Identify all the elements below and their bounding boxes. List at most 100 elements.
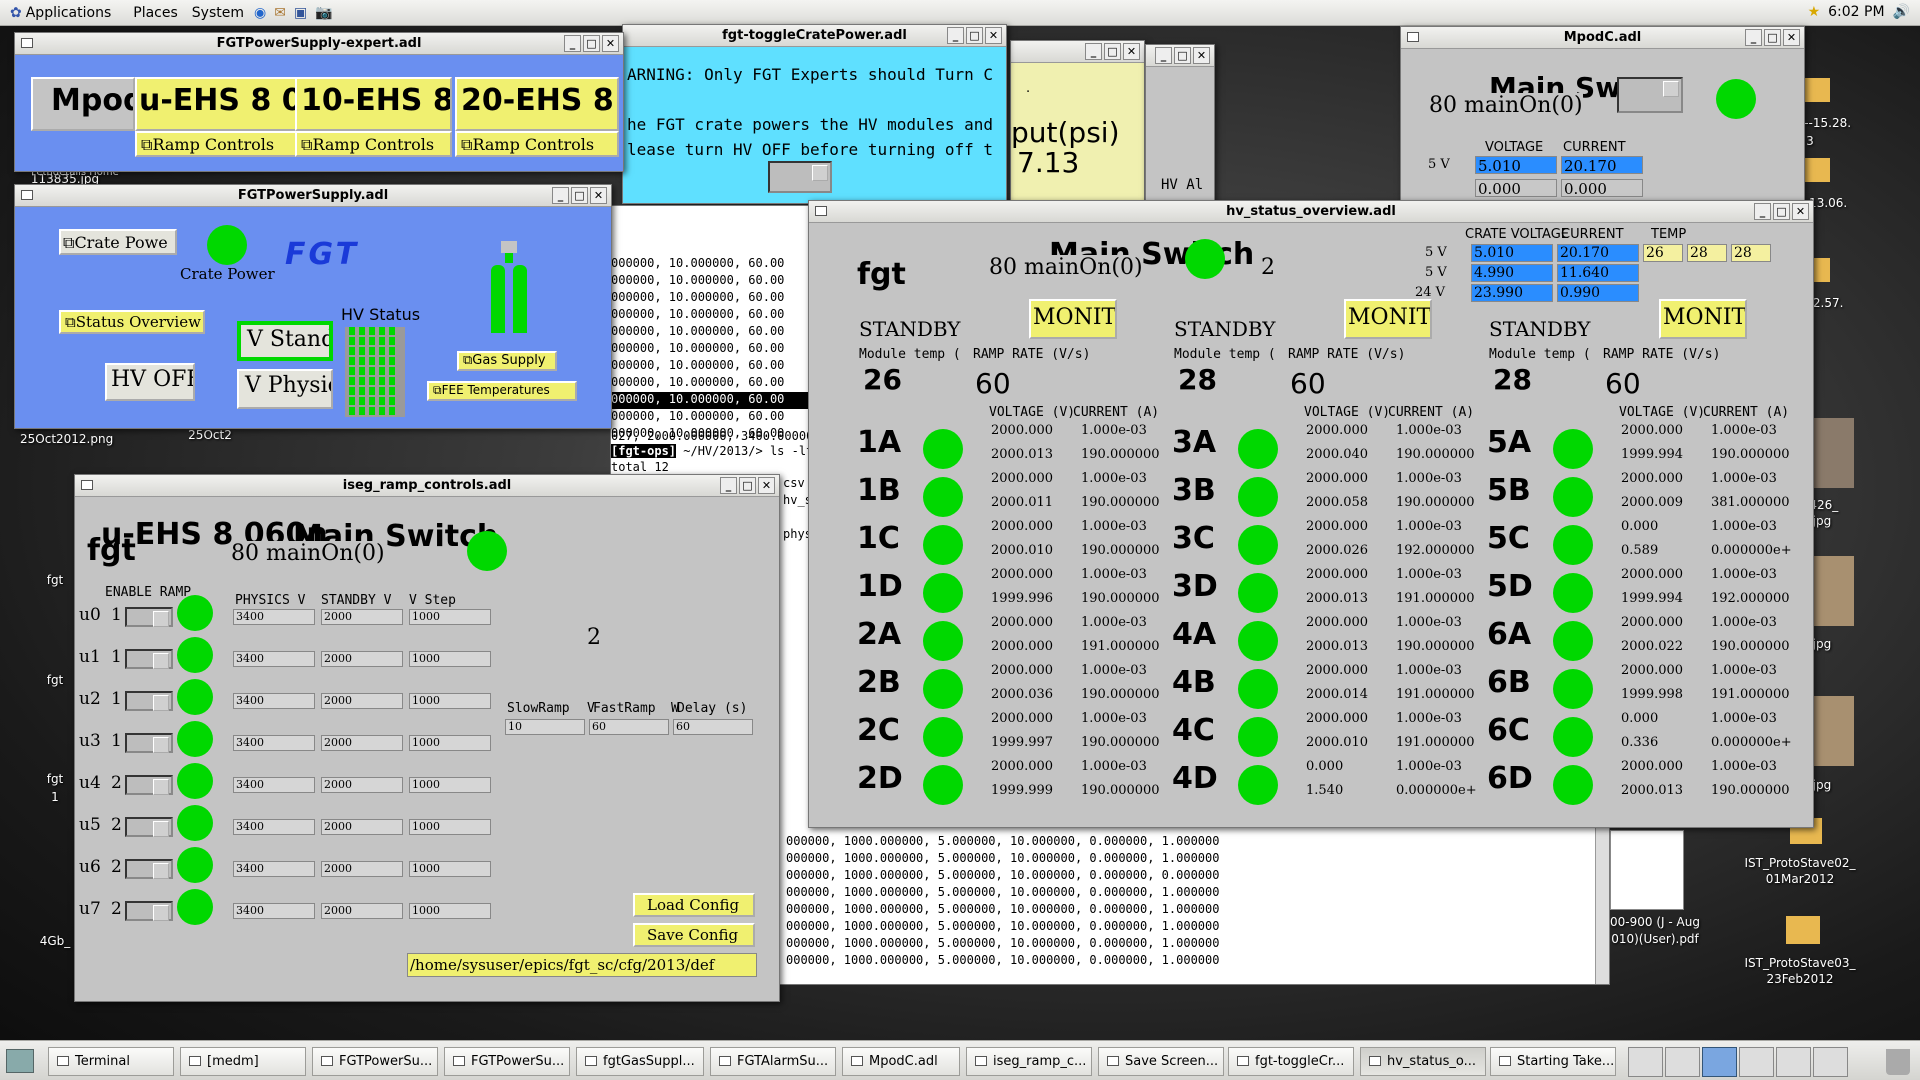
- desktop-icon-label[interactable]: fgt: [40, 673, 70, 687]
- image-thumbnail-icon[interactable]: [1812, 556, 1854, 626]
- standby-v-input[interactable]: 2000: [321, 735, 403, 751]
- taskbar-item[interactable]: Terminal: [48, 1047, 174, 1076]
- taskbar-item[interactable]: Starting Take...: [1490, 1047, 1616, 1076]
- enable-ramp-toggle[interactable]: [125, 733, 173, 753]
- physics-v-input[interactable]: 3400: [233, 735, 315, 751]
- 10-ehs-module-button[interactable]: 10-EHS 8: [295, 77, 452, 131]
- workspace-cell[interactable]: [1739, 1047, 1774, 1077]
- taskbar-item[interactable]: Save Screen...: [1098, 1047, 1224, 1076]
- u-ehs-module-button[interactable]: u-EHS 8 0: [135, 77, 300, 131]
- physics-v-input[interactable]: 3400: [233, 693, 315, 709]
- monitor-button[interactable]: MONIT: [1029, 299, 1117, 339]
- monitor-button[interactable]: MONIT: [1659, 299, 1747, 339]
- places-menu[interactable]: Places: [133, 5, 178, 21]
- standby-v-input[interactable]: 2000: [321, 777, 403, 793]
- taskbar-item[interactable]: fgt-toggleCr...: [1228, 1047, 1354, 1076]
- maximize-button[interactable]: □: [571, 187, 588, 204]
- fee-temperatures-button[interactable]: ⧉FEE Temperatures: [427, 381, 577, 401]
- desktop-icon-label[interactable]: fgt: [40, 573, 70, 587]
- desktop-icon-label[interactable]: 01Mar2012: [1735, 872, 1865, 886]
- minimize-button[interactable]: _: [552, 187, 569, 204]
- taskbar-item[interactable]: fgtGasSuppl...: [576, 1047, 704, 1076]
- enable-ramp-toggle[interactable]: [125, 607, 173, 627]
- mpod-button[interactable]: Mpod: [31, 77, 135, 131]
- maximize-button[interactable]: □: [1174, 47, 1191, 64]
- v-step-input[interactable]: 1000: [409, 819, 491, 835]
- v-step-input[interactable]: 1000: [409, 735, 491, 751]
- close-button[interactable]: ✕: [1193, 47, 1210, 64]
- minimize-button[interactable]: _: [564, 35, 581, 52]
- standby-v-input[interactable]: 2000: [321, 861, 403, 877]
- main-switch-toggle[interactable]: [1617, 77, 1683, 113]
- taskbar-item[interactable]: MpodC.adl: [842, 1047, 960, 1076]
- workspace-cell[interactable]: [1776, 1047, 1811, 1077]
- desktop-icon-label[interactable]: IST_ProtoStave03_: [1735, 956, 1865, 970]
- delay-input[interactable]: 60: [673, 719, 753, 735]
- desktop-icon-label[interactable]: 00-900 (J - Aug: [1600, 915, 1710, 929]
- standby-v-input[interactable]: 2000: [321, 651, 403, 667]
- editor-launcher-icon[interactable]: ▣: [294, 5, 307, 21]
- config-path-input[interactable]: /home/sysuser/epics/fgt_sc/cfg/2013/def: [407, 953, 757, 977]
- close-button[interactable]: ✕: [1123, 43, 1140, 60]
- 20-ehs-module-button[interactable]: 20-EHS 8: [455, 77, 619, 131]
- save-config-button[interactable]: Save Config: [633, 923, 755, 947]
- v-step-input[interactable]: 1000: [409, 777, 491, 793]
- close-button[interactable]: ✕: [590, 187, 607, 204]
- workspace-cell[interactable]: [1813, 1047, 1848, 1077]
- minimize-button[interactable]: _: [1745, 29, 1762, 46]
- minimize-button[interactable]: _: [947, 27, 964, 44]
- close-button[interactable]: ✕: [1792, 203, 1809, 220]
- close-button[interactable]: ✕: [602, 35, 619, 52]
- v-standby-button[interactable]: V Standl: [237, 321, 333, 361]
- browser-launcher-icon[interactable]: ◉: [254, 5, 266, 21]
- show-desktop-icon[interactable]: [6, 1049, 34, 1073]
- taskbar-item[interactable]: FGTPowerSu...: [312, 1047, 438, 1076]
- close-button[interactable]: ✕: [985, 27, 1002, 44]
- v-step-input[interactable]: 1000: [409, 693, 491, 709]
- pdf-thumbnail-icon[interactable]: [1610, 830, 1684, 910]
- screenshot-launcher-icon[interactable]: 📷: [315, 5, 332, 21]
- v-physics-button[interactable]: V Physic: [237, 369, 333, 409]
- ramp-controls-button[interactable]: ⧉Ramp Controls: [455, 131, 619, 157]
- taskbar-item[interactable]: FGTPowerSu...: [444, 1047, 570, 1076]
- enable-ramp-toggle[interactable]: [125, 649, 173, 669]
- ramp-controls-button[interactable]: ⧉Ramp Controls: [295, 131, 452, 157]
- standby-v-input[interactable]: 2000: [321, 693, 403, 709]
- workspace-cell[interactable]: [1628, 1047, 1663, 1077]
- mail-launcher-icon[interactable]: ✉: [274, 5, 286, 21]
- v-step-input[interactable]: 1000: [409, 861, 491, 877]
- maximize-button[interactable]: □: [583, 35, 600, 52]
- taskbar-item[interactable]: FGTAlarmSu...: [710, 1047, 836, 1076]
- image-thumbnail-icon[interactable]: [1812, 696, 1854, 766]
- minimize-button[interactable]: _: [1155, 47, 1172, 64]
- physics-v-input[interactable]: 3400: [233, 819, 315, 835]
- ramp-controls-button[interactable]: ⧉Ramp Controls: [135, 131, 300, 157]
- maximize-button[interactable]: □: [1104, 43, 1121, 60]
- desktop-icon-label[interactable]: 25Oct2012.png: [20, 432, 113, 446]
- close-button[interactable]: ✕: [1783, 29, 1800, 46]
- maximize-button[interactable]: □: [1764, 29, 1781, 46]
- minimize-button[interactable]: _: [1754, 203, 1771, 220]
- physics-v-input[interactable]: 3400: [233, 609, 315, 625]
- load-config-button[interactable]: Load Config: [633, 893, 755, 917]
- standby-v-input[interactable]: 2000: [321, 819, 403, 835]
- fast-ramp-input[interactable]: 60: [589, 719, 669, 735]
- applications-menu[interactable]: ✿ Applications: [10, 5, 111, 21]
- clock[interactable]: 6:02 PM: [1828, 4, 1884, 20]
- standby-v-input[interactable]: 2000: [321, 609, 403, 625]
- system-menu[interactable]: System: [192, 5, 244, 21]
- folder-icon[interactable]: [1786, 916, 1820, 944]
- monitor-button[interactable]: MONIT: [1344, 299, 1432, 339]
- minimize-button[interactable]: _: [720, 477, 737, 494]
- desktop-icon-label[interactable]: 25Oct2: [180, 428, 240, 442]
- v-step-input[interactable]: 1000: [409, 609, 491, 625]
- maximize-button[interactable]: □: [966, 27, 983, 44]
- star-icon[interactable]: ★: [1808, 4, 1821, 20]
- terminal-scrollbar[interactable]: [1595, 826, 1609, 984]
- standby-v-input[interactable]: 2000: [321, 903, 403, 919]
- physics-v-input[interactable]: 3400: [233, 651, 315, 667]
- desktop-icon-label[interactable]: IST_ProtoStave02_: [1735, 856, 1865, 870]
- enable-ramp-toggle[interactable]: [125, 775, 173, 795]
- desktop-icon-label[interactable]: 010)(User).pdf: [1600, 932, 1710, 946]
- enable-ramp-toggle[interactable]: [125, 691, 173, 711]
